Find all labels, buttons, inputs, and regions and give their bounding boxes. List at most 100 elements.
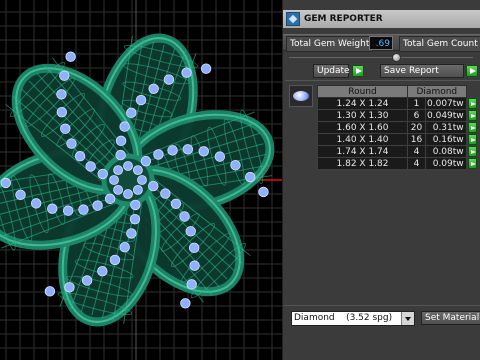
gem-stone xyxy=(214,151,226,162)
row-select-go-icon[interactable] xyxy=(467,158,477,169)
gem-stone xyxy=(132,184,143,195)
slider-handle[interactable] xyxy=(392,53,401,62)
gem-stone xyxy=(60,123,71,134)
gem-stone xyxy=(109,254,121,266)
gem-stone xyxy=(97,266,108,277)
gem-stone xyxy=(123,161,133,171)
gem-stone xyxy=(180,298,191,309)
gem-stone xyxy=(30,198,42,209)
gem-table-area: Round Diamond 1.24 X 1.24 1 0.007tw 1.30 X … xyxy=(285,80,480,304)
gem-stone xyxy=(62,205,74,216)
gem-stone xyxy=(163,74,175,85)
row-select-go-icon[interactable] xyxy=(467,122,477,133)
row-select-go-icon[interactable] xyxy=(467,110,477,121)
total-gem-weight-label: Total Gem Weight xyxy=(286,36,374,52)
gem-stone xyxy=(170,198,182,209)
table-row[interactable]: 1.30 X 1.30 6 0.049tw xyxy=(317,109,478,122)
gem-table: Round Diamond 1.24 X 1.24 1 0.007tw 1.30 X … xyxy=(317,85,478,170)
gem-stone xyxy=(179,211,190,222)
gem-stone xyxy=(56,106,68,118)
gem-stone xyxy=(81,275,93,286)
gem-stone xyxy=(153,149,164,160)
gem-stone xyxy=(66,138,77,149)
row-select-go-icon[interactable] xyxy=(467,134,477,145)
gem-stone xyxy=(113,184,124,195)
gem-stone xyxy=(115,149,126,161)
gem-stone xyxy=(245,171,256,183)
totals-bar: Total Gem Weight .69 Total Gem Count xyxy=(283,34,480,52)
material-select[interactable]: Diamond (3.52 spg) xyxy=(291,311,415,326)
gem-stone xyxy=(0,177,11,189)
gem-reporter-icon xyxy=(286,12,300,26)
gem-weight-cell: 0.16tw xyxy=(425,133,467,146)
gem-size-cell: 1.30 X 1.30 xyxy=(317,109,408,122)
gem-stone xyxy=(104,193,116,205)
panel-title-bar: GEM REPORTER xyxy=(283,10,480,28)
gem-stone xyxy=(181,67,192,78)
save-report-button[interactable]: Save Report xyxy=(380,64,464,78)
gem-stone xyxy=(137,175,147,185)
gem-stone xyxy=(115,135,127,147)
table-row[interactable]: 1.60 X 1.60 20 0.31tw xyxy=(317,121,478,134)
dropdown-arrow-icon[interactable] xyxy=(401,312,414,325)
gem-stone xyxy=(130,199,141,211)
gem-stone xyxy=(44,286,56,297)
table-row[interactable]: 1.24 X 1.24 1 0.007tw xyxy=(317,97,478,110)
gem-stone xyxy=(148,180,159,192)
gem-stone xyxy=(123,189,133,199)
gem-weight-cell: 0.31tw xyxy=(425,121,467,134)
row-select-go-icon[interactable] xyxy=(467,98,477,109)
gem-stone xyxy=(140,155,152,167)
gem-reporter-panel: GEM REPORTER Total Gem Weight .69 Total … xyxy=(282,0,480,360)
gem-stone xyxy=(119,121,130,132)
gem-weight-cell: 0.007tw xyxy=(425,97,467,110)
gem-stone xyxy=(92,200,103,211)
gem-stone xyxy=(47,203,58,214)
update-go-icon[interactable] xyxy=(352,65,364,77)
gem-stone xyxy=(65,51,76,62)
gem-stone xyxy=(182,144,194,155)
jewelry-model-view[interactable] xyxy=(0,0,282,360)
gem-count-cell: 20 xyxy=(407,121,426,134)
table-row[interactable]: 1.82 X 1.82 4 0.09tw xyxy=(317,157,478,170)
gem-stone xyxy=(74,151,86,162)
gem-weight-cell: 0.08tw xyxy=(425,145,467,158)
material-bar: Diamond (3.52 spg) Set Material xyxy=(283,305,480,332)
gem-count-cell: 1 xyxy=(407,97,426,110)
gem-stone xyxy=(258,186,269,198)
panel-title: GEM REPORTER xyxy=(304,14,383,24)
gem-weight-cell: 0.09tw xyxy=(425,157,467,170)
gem-stone xyxy=(198,146,209,157)
gem-stone xyxy=(119,241,130,253)
gem-stone xyxy=(97,168,108,180)
row-select-go-icon[interactable] xyxy=(467,146,477,157)
column-header-diamond: Diamond xyxy=(407,85,467,98)
gem-count-cell: 4 xyxy=(407,157,426,170)
gem-stone xyxy=(148,83,159,94)
gem-stone xyxy=(189,260,200,271)
3d-viewport[interactable] xyxy=(0,0,282,360)
round-gem-icon xyxy=(289,85,313,107)
column-header-round: Round xyxy=(317,85,408,98)
gem-stone xyxy=(132,165,143,176)
gem-size-cell: 1.24 X 1.24 xyxy=(317,97,408,110)
gem-stone xyxy=(126,228,137,239)
gem-stone xyxy=(185,226,196,237)
slider-track[interactable] xyxy=(289,57,473,58)
gem-count-cell: 6 xyxy=(407,109,426,122)
update-button[interactable]: Update xyxy=(313,64,350,78)
gem-stone xyxy=(167,145,178,156)
gem-stone xyxy=(78,204,89,215)
total-gem-weight-value: .69 xyxy=(369,36,393,50)
gem-stone xyxy=(64,282,75,293)
gem-stone xyxy=(186,279,197,290)
gem-stone xyxy=(230,160,241,171)
set-material-button[interactable]: Set Material xyxy=(421,311,480,325)
table-row[interactable]: 1.74 X 1.74 4 0.08tw xyxy=(317,145,478,158)
table-row[interactable]: 1.40 X 1.40 16 0.16tw xyxy=(317,133,478,146)
gem-count-cell: 4 xyxy=(407,145,426,158)
gem-size-cell: 1.74 X 1.74 xyxy=(317,145,408,158)
gem-stone xyxy=(15,189,26,200)
save-report-go-icon[interactable] xyxy=(466,65,478,77)
gem-count-cell: 16 xyxy=(407,133,426,146)
